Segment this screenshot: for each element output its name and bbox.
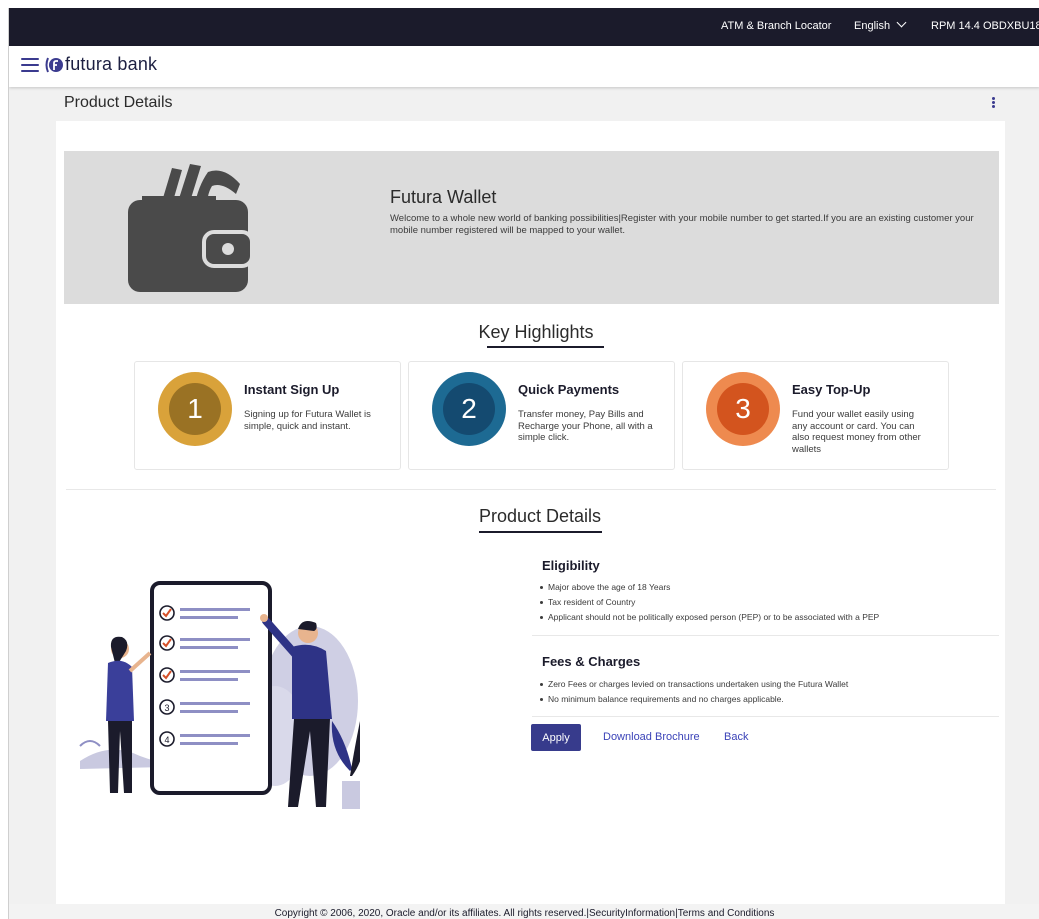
fees-list: Zero Fees or charges levied on transacti… bbox=[540, 677, 980, 707]
highlight-card-easy-topup: 3 Easy Top-Up Fund your wallet easily us… bbox=[682, 361, 949, 470]
language-selector[interactable]: English bbox=[854, 17, 907, 32]
highlight-number-badge: 2 bbox=[432, 372, 506, 446]
highlight-card-instant-signup: 1 Instant Sign Up Signing up for Futura … bbox=[134, 361, 401, 470]
highlight-description: Fund your wallet easily using any accoun… bbox=[792, 409, 921, 455]
highlight-title: Quick Payments bbox=[518, 382, 620, 397]
section-divider bbox=[66, 489, 996, 490]
list-item: Applicant should not be politically expo… bbox=[540, 610, 980, 625]
more-options-icon[interactable] bbox=[989, 97, 997, 111]
list-item: Tax resident of Country bbox=[540, 595, 980, 610]
highlight-title: Instant Sign Up bbox=[244, 382, 340, 397]
eligibility-heading: Eligibility bbox=[542, 558, 600, 573]
eligibility-list: Major above the age of 18 Years Tax resi… bbox=[540, 580, 980, 625]
app-header: futura bank bbox=[9, 46, 1039, 87]
checklist-number-4: 4 bbox=[164, 735, 169, 745]
atm-branch-locator-link[interactable]: ATM & Branch Locator bbox=[721, 20, 831, 32]
key-highlights-heading: Key Highlights bbox=[478, 322, 594, 342]
fees-heading: Fees & Charges bbox=[542, 654, 641, 669]
section-divider bbox=[532, 635, 999, 636]
app-frame: ATM & Branch Locator English RPM 14.4 OB… bbox=[8, 8, 1039, 919]
highlight-card-quick-payments: 2 Quick Payments Transfer money, Pay Bil… bbox=[408, 361, 675, 470]
highlight-title: Easy Top-Up bbox=[792, 382, 871, 397]
product-card: Futura Wallet Welcome to a whole new wor… bbox=[56, 121, 1005, 906]
highlight-number: 2 bbox=[443, 383, 495, 435]
list-item: No minimum balance requirements and no c… bbox=[540, 692, 980, 707]
highlight-number: 1 bbox=[169, 383, 221, 435]
checklist-illustration: 3 4 bbox=[79, 581, 360, 809]
chevron-down-icon bbox=[896, 17, 907, 28]
back-link[interactable]: Back bbox=[724, 731, 748, 743]
highlight-description: Signing up for Futura Wallet is simple, … bbox=[244, 409, 371, 432]
highlight-number-badge: 1 bbox=[158, 372, 232, 446]
hamburger-menu-icon[interactable] bbox=[21, 58, 39, 72]
product-details-heading: Product Details bbox=[478, 506, 602, 526]
futura-logo-icon bbox=[45, 57, 63, 72]
list-item: Zero Fees or charges levied on transacti… bbox=[540, 677, 980, 692]
download-brochure-link[interactable]: Download Brochure bbox=[603, 731, 700, 743]
heading-underline bbox=[487, 346, 604, 348]
checklist-number-3: 3 bbox=[164, 703, 169, 713]
highlight-description: Transfer money, Pay Bills and Recharge y… bbox=[518, 409, 653, 443]
brand-name: futura bank bbox=[65, 54, 158, 74]
apply-button[interactable]: Apply bbox=[531, 724, 581, 751]
product-name: Futura Wallet bbox=[390, 187, 497, 207]
brand-logo[interactable]: futura bank bbox=[45, 54, 157, 75]
list-item: Major above the age of 18 Years bbox=[540, 580, 980, 595]
section-divider bbox=[532, 716, 999, 717]
language-label: English bbox=[854, 20, 891, 32]
top-bar: ATM & Branch Locator English RPM 14.4 OB… bbox=[9, 8, 1039, 46]
product-description: Welcome to a whole new world of banking … bbox=[390, 213, 974, 236]
page-footer: Copyright © 2006, 2020, Oracle and/or it… bbox=[9, 904, 1039, 919]
user-menu[interactable]: RPM 14.4 OBDXBU18 bbox=[931, 20, 1039, 32]
product-banner: Futura Wallet Welcome to a whole new wor… bbox=[64, 151, 999, 304]
page-title: Product Details bbox=[64, 94, 173, 111]
highlight-number-badge: 3 bbox=[706, 372, 780, 446]
wallet-icon bbox=[128, 164, 254, 292]
highlight-number: 3 bbox=[717, 383, 769, 435]
heading-underline bbox=[479, 531, 602, 533]
user-name: RPM 14.4 OBDXBU18 bbox=[931, 20, 1039, 32]
